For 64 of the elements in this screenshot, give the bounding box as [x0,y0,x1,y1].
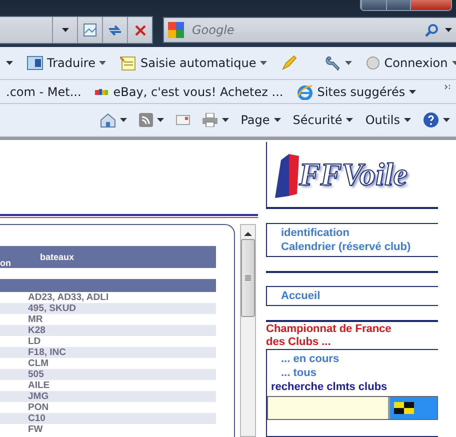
address-field[interactable] [0,16,153,44]
help-icon[interactable] [423,112,439,128]
ie-icon [297,84,314,100]
sidebar-link[interactable]: identification [281,226,438,240]
table-cell: K28 [0,325,216,336]
refresh-icon[interactable] [108,24,122,36]
caret-icon[interactable] [120,118,127,122]
favorite-link[interactable]: .com - Met... [6,84,82,98]
scrollbar[interactable] [240,224,256,437]
window-controls[interactable] [360,0,452,11]
checkered-flag-icon [394,402,414,414]
club-search-field[interactable] [268,397,390,419]
menu-button[interactable]: Sécurité [292,113,354,127]
stop-icon[interactable] [134,24,146,36]
caret-icon[interactable] [445,28,452,32]
scroll-up-icon[interactable] [244,231,252,237]
caret-icon[interactable] [404,118,411,122]
table-cell: 495, SKUD [0,303,216,314]
notepad-icon [120,55,136,71]
club-search-box[interactable] [267,396,438,420]
grip-icon[interactable] [245,275,251,281]
search-provider-icon[interactable] [168,22,184,38]
sidebar-link[interactable]: Accueil [281,289,438,303]
ebay-icon [95,88,110,96]
sidebar-link[interactable]: ... en cours [281,352,438,366]
search-icon[interactable] [425,23,439,37]
sign-in-button[interactable]: Connexion [366,56,456,70]
caret-icon[interactable] [99,61,106,65]
caret-icon[interactable] [346,118,354,122]
caret-icon[interactable] [62,28,68,32]
caret-icon[interactable] [409,90,416,94]
section-title: Championnat de France des Clubs ... [266,323,392,349]
compatibility-icon[interactable] [83,23,97,37]
logo[interactable]: FFVoile [299,156,408,193]
column-header: on [0,258,12,268]
translate-icon [27,56,43,70]
sidebar-link[interactable]: ... tous [281,366,438,380]
caret-icon[interactable] [345,61,352,65]
search-input[interactable]: Google [190,22,419,38]
go-button[interactable] [390,397,437,419]
caret-icon[interactable] [260,61,268,65]
table-cell: C10 [0,413,216,424]
circle-icon [366,56,380,70]
column-header: bateaux [40,252,76,262]
autofill-button[interactable]: Saisie automatique [120,55,268,71]
menu-button[interactable]: Page [240,113,281,127]
caret-icon[interactable] [156,118,164,122]
favorite-link[interactable]: eBay, c'est vous! Achetez ... [95,84,284,98]
favorite-link[interactable]: Sites suggérés [297,84,416,100]
translate-button[interactable]: Traduire [27,56,106,70]
sidebar-link[interactable]: Calendrier (réservé club) [281,240,438,254]
menu-button[interactable]: Outils [365,113,411,127]
search-label: recherche clmts clubs [271,380,388,394]
caret-icon[interactable] [6,61,13,65]
table-cell: 505 [0,369,216,380]
home-icon[interactable] [100,112,116,128]
table-cell: F18, INC [0,347,216,358]
table-cell: JMG [0,391,216,402]
mail-icon[interactable] [176,115,190,125]
caret-icon[interactable] [222,118,229,122]
caret-icon[interactable] [274,118,281,122]
caret-icon[interactable] [443,118,450,122]
wrench-icon[interactable] [325,55,342,71]
search-field[interactable]: Google [163,17,456,43]
